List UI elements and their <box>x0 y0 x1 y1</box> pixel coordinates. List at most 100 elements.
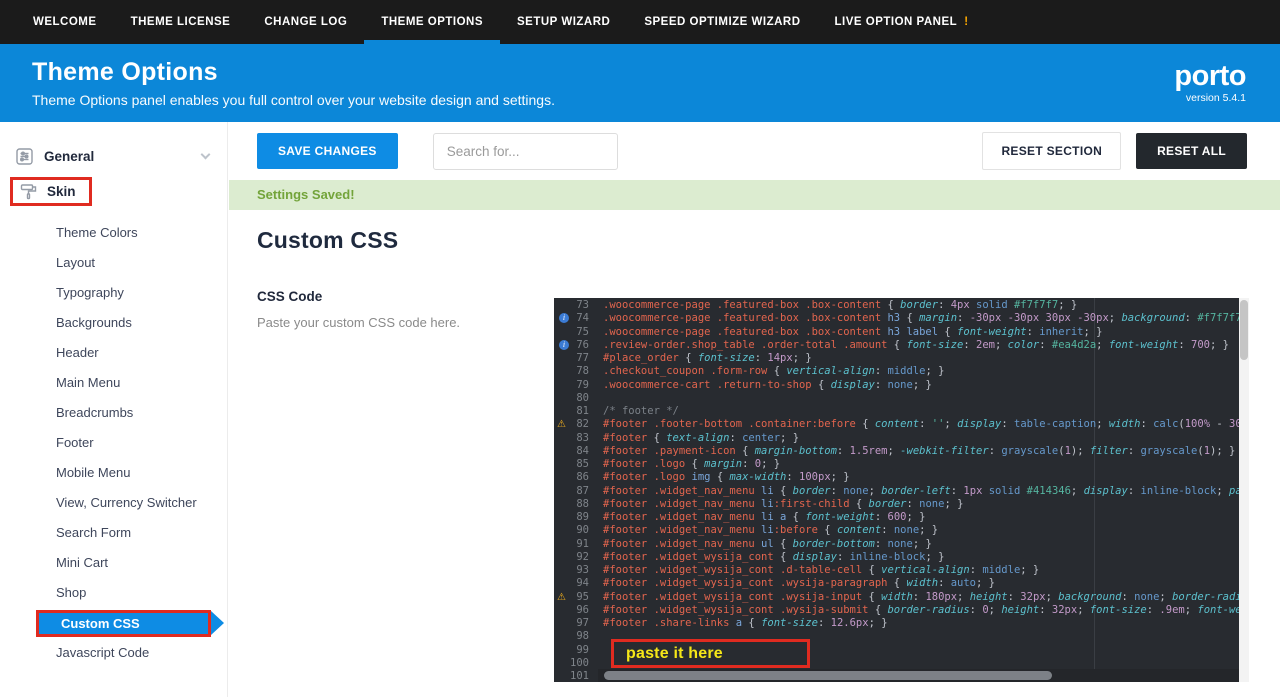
gutter-cell: 75 <box>554 326 598 339</box>
sidebar-item-search-form[interactable]: Search Form <box>0 518 227 548</box>
code-line: 96#footer .widget_wysija_cont .wysija-su… <box>554 604 1239 617</box>
warning-icon: ⚠ <box>557 418 566 431</box>
code-line: 89#footer .widget_nav_menu li a { font-w… <box>554 511 1239 524</box>
sidebar-item-theme-colors[interactable]: Theme Colors <box>0 218 227 248</box>
sidebar-item-backgrounds[interactable]: Backgrounds <box>0 308 227 338</box>
gutter-cell: 99 <box>554 644 598 657</box>
horizontal-scrollbar[interactable] <box>598 669 1239 682</box>
nav-item-theme-options[interactable]: THEME OPTIONS <box>364 0 500 44</box>
sidebar-item-typography[interactable]: Typography <box>0 278 227 308</box>
nav-item-setup-wizard[interactable]: SETUP WIZARD <box>500 0 627 44</box>
page-header: Theme Options Theme Options panel enable… <box>0 44 1280 122</box>
code-line: 75.woocommerce-page .featured-box .box-c… <box>554 326 1239 339</box>
code-line: 91#footer .widget_nav_menu ul { border-b… <box>554 538 1239 551</box>
gutter-cell: 93 <box>554 564 598 577</box>
nav-item-theme-license[interactable]: THEME LICENSE <box>114 0 248 44</box>
gutter-cell: 87 <box>554 485 598 498</box>
vertical-scrollbar-handle[interactable] <box>1240 300 1248 360</box>
nav-item-live-option-panel[interactable]: LIVE OPTION PANEL! <box>818 0 986 44</box>
porto-logo-text: porto <box>1174 62 1246 91</box>
annotation-box-skin: Skin <box>10 177 92 206</box>
sidebar-item-main-menu[interactable]: Main Menu <box>0 368 227 398</box>
paste-here-label: paste it here <box>626 645 723 663</box>
top-nav: WELCOME THEME LICENSE CHANGE LOG THEME OPTI… <box>0 0 1280 44</box>
sidebar-item-javascript-code[interactable]: Javascript Code <box>0 638 227 668</box>
info-icon: i <box>559 340 569 350</box>
code-line: 85#footer .logo { margin: 0; } <box>554 458 1239 471</box>
gutter-cell: 84 <box>554 445 598 458</box>
gutter-cell: 100 <box>554 657 598 670</box>
gutter-cell: 88 <box>554 498 598 511</box>
css-code-editor[interactable]: 73.woocommerce-page .featured-box .box-c… <box>554 298 1249 682</box>
sidebar-item-skin[interactable]: Skin <box>0 172 227 210</box>
gutter-cell: 98 <box>554 630 598 643</box>
header-title: Theme Options <box>32 58 555 87</box>
sidebar: General Skin Theme ColorsLayoutTypograph… <box>0 122 228 697</box>
theme-version: version 5.4.1 <box>1174 92 1246 104</box>
gutter-cell: 96 <box>554 604 598 617</box>
sliders-icon <box>16 148 33 165</box>
nav-item-label: WELCOME <box>33 16 97 28</box>
sidebar-item-footer[interactable]: Footer <box>0 428 227 458</box>
gutter-cell: 89 <box>554 511 598 524</box>
reset-section-button[interactable]: RESET SECTION <box>982 132 1121 170</box>
code-line: 83#footer { text-align: center; } <box>554 432 1239 445</box>
code-line: 78.checkout_coupon .form-row { vertical-… <box>554 365 1239 378</box>
search-input[interactable] <box>433 133 618 170</box>
gutter-cell: 97 <box>554 617 598 630</box>
horizontal-scrollbar-handle[interactable] <box>604 671 1052 680</box>
info-icon: i <box>559 313 569 323</box>
code-line: 73.woocommerce-page .featured-box .box-c… <box>554 299 1239 312</box>
code-line: ⚠95#footer .widget_wysija_cont .wysija-i… <box>554 591 1239 604</box>
code-line: i76.review-order.shop_table .order-total… <box>554 339 1239 352</box>
gutter-cell: 101 <box>554 670 598 682</box>
code-line: ⚠82#footer .footer-bottom .container:bef… <box>554 418 1239 431</box>
porto-logo: porto version 5.4.1 <box>1174 62 1246 104</box>
code-line: 88#footer .widget_nav_menu li:first-chil… <box>554 498 1239 511</box>
code-line: 81/* footer */ <box>554 405 1239 418</box>
gutter-cell: 80 <box>554 392 598 405</box>
nav-item-label: THEME OPTIONS <box>381 16 483 28</box>
sidebar-item-breadcrumbs[interactable]: Breadcrumbs <box>0 398 227 428</box>
reset-all-button[interactable]: RESET ALL <box>1136 133 1247 169</box>
gutter-cell: i74 <box>554 312 598 325</box>
gutter-cell: 92 <box>554 551 598 564</box>
nav-item-label: CHANGE LOG <box>264 16 347 28</box>
warning-icon: ⚠ <box>557 591 566 604</box>
sidebar-item-skin-label: Skin <box>47 184 76 199</box>
sidebar-item-mini-cart[interactable]: Mini Cart <box>0 548 227 578</box>
css-code-field-description: Paste your custom CSS code here. <box>257 315 460 330</box>
code-line: 93#footer .widget_wysija_cont .d-table-c… <box>554 564 1239 577</box>
main-content: SAVE CHANGES RESET SECTION RESET ALL Set… <box>229 122 1280 697</box>
nav-item-welcome[interactable]: WELCOME <box>16 0 114 44</box>
code-line: 90#footer .widget_nav_menu li:before { c… <box>554 524 1239 537</box>
gutter-cell: 91 <box>554 538 598 551</box>
sidebar-item-custom-css[interactable]: Custom CSS <box>0 608 227 638</box>
sidebar-item-general[interactable]: General <box>0 140 227 172</box>
nav-item-label: SPEED OPTIMIZE WIZARD <box>644 16 800 28</box>
sidebar-item-layout[interactable]: Layout <box>0 248 227 278</box>
paint-roller-icon <box>20 183 37 200</box>
gutter-cell: ⚠95 <box>554 591 598 604</box>
code-line: 86#footer .logo img { max-width: 100px; … <box>554 471 1239 484</box>
active-item-arrow-icon <box>211 611 224 635</box>
editor-lines: 73.woocommerce-page .featured-box .box-c… <box>554 299 1239 682</box>
settings-saved-notice: Settings Saved! <box>229 180 1280 210</box>
nav-item-speed-optimize-wizard[interactable]: SPEED OPTIMIZE WIZARD <box>627 0 817 44</box>
save-changes-button[interactable]: SAVE CHANGES <box>257 133 398 169</box>
gutter-cell: ⚠82 <box>554 418 598 431</box>
sidebar-item-view-currency-switcher[interactable]: View, Currency Switcher <box>0 488 227 518</box>
gutter-cell: 78 <box>554 365 598 378</box>
code-line: 94#footer .widget_wysija_cont .wysija-pa… <box>554 577 1239 590</box>
code-line: 92#footer .widget_wysija_cont { display:… <box>554 551 1239 564</box>
chevron-down-icon <box>201 149 211 159</box>
sidebar-item-mobile-menu[interactable]: Mobile Menu <box>0 458 227 488</box>
code-line: 80 <box>554 392 1239 405</box>
sidebar-item-shop[interactable]: Shop <box>0 578 227 608</box>
exclamation-badge: ! <box>964 16 968 28</box>
nav-item-change-log[interactable]: CHANGE LOG <box>247 0 364 44</box>
gutter-cell: 86 <box>554 471 598 484</box>
sidebar-item-header[interactable]: Header <box>0 338 227 368</box>
page-title: Custom CSS <box>257 227 398 254</box>
vertical-scrollbar[interactable] <box>1239 298 1249 682</box>
